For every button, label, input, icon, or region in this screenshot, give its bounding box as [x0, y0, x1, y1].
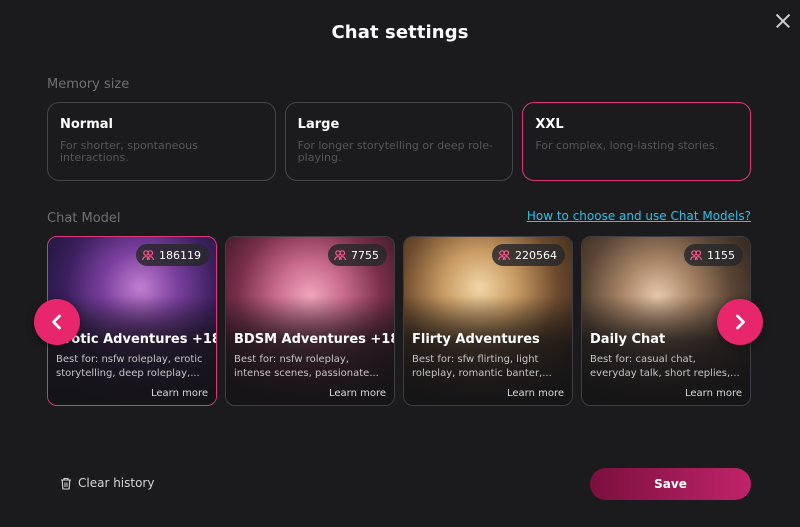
model-desc: Best for: nsfw roleplay, erotic storytel…	[56, 354, 203, 379]
chat-model-label: Chat Model	[47, 211, 121, 226]
chevron-left-icon	[52, 314, 61, 330]
trash-icon	[61, 477, 71, 490]
model-desc: Best for: casual chat, everyday talk, sh…	[590, 354, 740, 379]
model-name: Daily Chat	[590, 332, 666, 347]
users-icon	[498, 250, 510, 261]
save-button[interactable]: Save	[590, 468, 751, 500]
user-count-badge: 220564	[492, 244, 565, 266]
user-count: 7755	[351, 248, 379, 262]
model-name: BDSM Adventures +18	[234, 332, 395, 347]
user-count: 220564	[515, 248, 557, 262]
clear-history-button[interactable]: Clear history	[60, 476, 154, 490]
memory-option-name: Normal	[60, 117, 113, 132]
memory-option-normal[interactable]: Normal For shorter, spontaneous interact…	[47, 102, 276, 181]
learn-more-link[interactable]: Learn more	[151, 388, 208, 399]
dialog-title: Chat settings	[331, 22, 469, 43]
memory-size-label: Memory size	[47, 77, 130, 92]
learn-more-link[interactable]: Learn more	[507, 388, 564, 399]
model-card-flirty-adventures[interactable]: 220564 Flirty Adventures Best for: sfw f…	[403, 236, 573, 406]
chat-model-carousel: 186119 Erotic Adventures +18 Best for: n…	[47, 236, 751, 406]
user-count-badge: 186119	[136, 244, 209, 266]
close-icon[interactable]	[774, 12, 792, 30]
learn-more-link[interactable]: Learn more	[685, 388, 742, 399]
memory-option-desc: For longer storytelling or deep role-pla…	[297, 139, 493, 164]
clear-history-label: Clear history	[78, 476, 155, 490]
user-count: 186119	[159, 248, 201, 262]
model-desc: Best for: sfw flirting, light roleplay, …	[412, 354, 552, 379]
learn-more-link[interactable]: Learn more	[329, 388, 386, 399]
memory-option-large[interactable]: Large For longer storytelling or deep ro…	[284, 102, 514, 181]
memory-option-name: Large	[297, 117, 340, 132]
users-icon	[334, 250, 346, 261]
user-count: 1155	[707, 248, 735, 262]
carousel-next-button[interactable]	[717, 299, 763, 345]
memory-option-name: XXL	[535, 117, 564, 132]
model-name: Erotic Adventures +18	[56, 332, 217, 347]
model-name: Flirty Adventures	[412, 332, 540, 347]
memory-size-options: Normal For shorter, spontaneous interact…	[47, 102, 752, 181]
users-icon	[142, 250, 154, 261]
chat-models-help-link[interactable]: How to choose and use Chat Models?	[527, 209, 751, 223]
carousel-prev-button[interactable]	[34, 299, 80, 345]
chevron-right-icon	[736, 314, 745, 330]
model-desc: Best for: nsfw roleplay, intense scenes,…	[234, 354, 379, 379]
user-count-badge: 7755	[328, 244, 387, 266]
memory-option-xxl[interactable]: XXL For complex, long-lasting stories.	[522, 102, 752, 181]
user-count-badge: 1155	[684, 244, 743, 266]
model-card-bdsm-adventures[interactable]: 7755 BDSM Adventures +18 Best for: nsfw …	[225, 236, 395, 406]
memory-option-desc: For shorter, spontaneous interactions.	[60, 139, 198, 164]
users-icon	[690, 250, 702, 261]
memory-option-desc: For complex, long-lasting stories.	[535, 139, 719, 152]
